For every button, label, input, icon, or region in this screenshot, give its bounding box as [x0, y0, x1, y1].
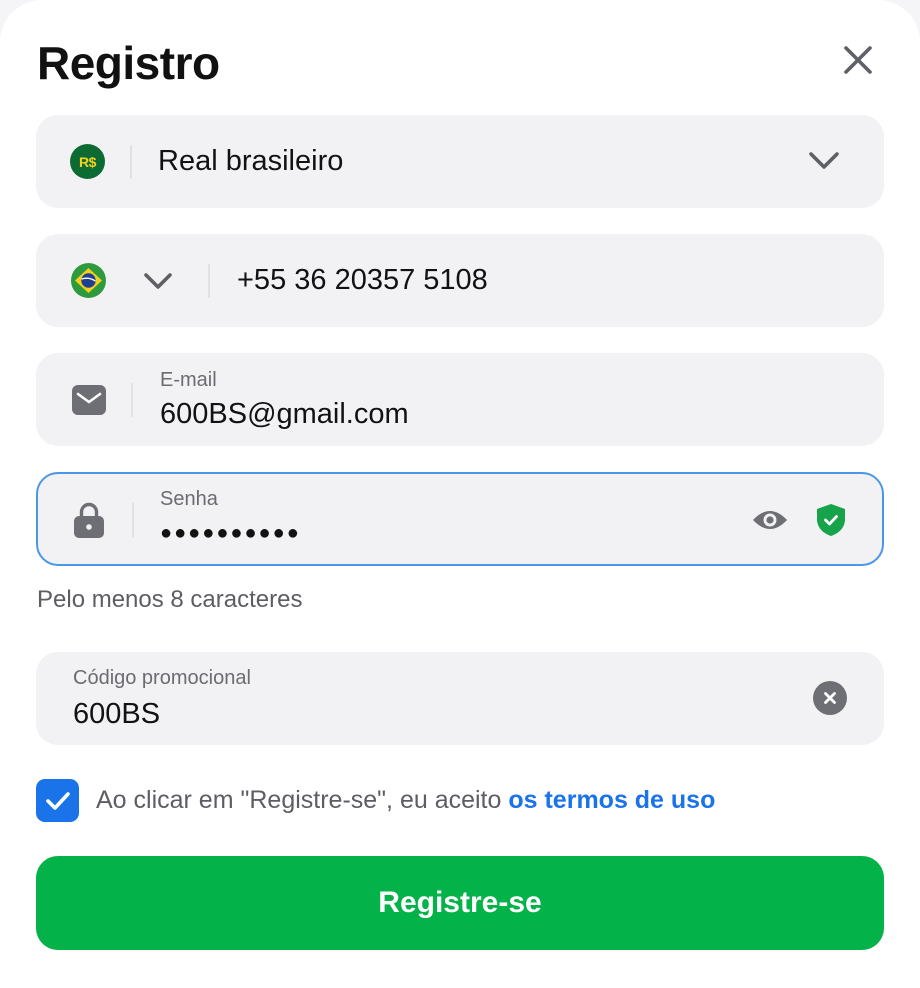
- currency-select[interactable]: R$ Real brasileiro: [36, 115, 884, 208]
- chevron-down-icon: [144, 273, 172, 289]
- brazil-flag-icon: [71, 263, 106, 298]
- currency-dropdown-toggle[interactable]: [804, 143, 844, 179]
- real-currency-icon: R$: [70, 144, 105, 179]
- field-divider: [130, 145, 132, 179]
- register-button[interactable]: Registre-se: [36, 856, 884, 950]
- password-hint: Pelo menos 8 caracteres: [37, 586, 303, 613]
- terms-checkbox[interactable]: [36, 779, 79, 822]
- modal-title: Registro: [37, 37, 220, 89]
- mail-icon: [72, 385, 106, 415]
- phone-input[interactable]: +55 36 20357 5108: [237, 264, 488, 297]
- promo-code-field[interactable]: Código promocional 600BS: [36, 652, 884, 745]
- lock-icon: [74, 502, 104, 538]
- email-label: E-mail: [160, 369, 217, 391]
- promo-code-input[interactable]: 600BS: [73, 698, 160, 731]
- terms-of-use-link[interactable]: os termos de uso: [508, 786, 715, 814]
- terms-text: Ao clicar em "Registre-se", eu aceito os…: [96, 786, 715, 815]
- terms-statement: Ao clicar em "Registre-se", eu aceito: [96, 786, 509, 814]
- field-divider: [132, 503, 134, 537]
- promo-code-label: Código promocional: [73, 667, 251, 689]
- password-label: Senha: [160, 488, 218, 510]
- currency-value: Real brasileiro: [158, 145, 344, 177]
- password-input[interactable]: ●●●●●●●●●●: [160, 522, 301, 545]
- country-code-dropdown[interactable]: [140, 266, 176, 296]
- chevron-down-icon: [809, 152, 839, 169]
- shield-check-icon: [816, 503, 846, 537]
- registration-modal: Registro R$ Real brasileiro +55 36 20357…: [0, 0, 920, 988]
- email-input[interactable]: 600BS@gmail.com: [160, 398, 409, 431]
- field-divider: [208, 264, 210, 298]
- toggle-password-visibility[interactable]: [750, 502, 790, 538]
- close-button[interactable]: [834, 36, 882, 84]
- eye-icon: [753, 511, 787, 529]
- clear-promo-button[interactable]: [812, 680, 848, 716]
- password-field[interactable]: Senha ●●●●●●●●●●: [36, 472, 884, 566]
- currency-badge: R$: [79, 153, 96, 170]
- checkmark-icon: [45, 791, 70, 810]
- close-icon: [844, 46, 872, 74]
- email-field[interactable]: E-mail 600BS@gmail.com: [36, 353, 884, 446]
- field-divider: [131, 383, 133, 417]
- clear-icon: [813, 681, 847, 715]
- phone-field[interactable]: +55 36 20357 5108: [36, 234, 884, 327]
